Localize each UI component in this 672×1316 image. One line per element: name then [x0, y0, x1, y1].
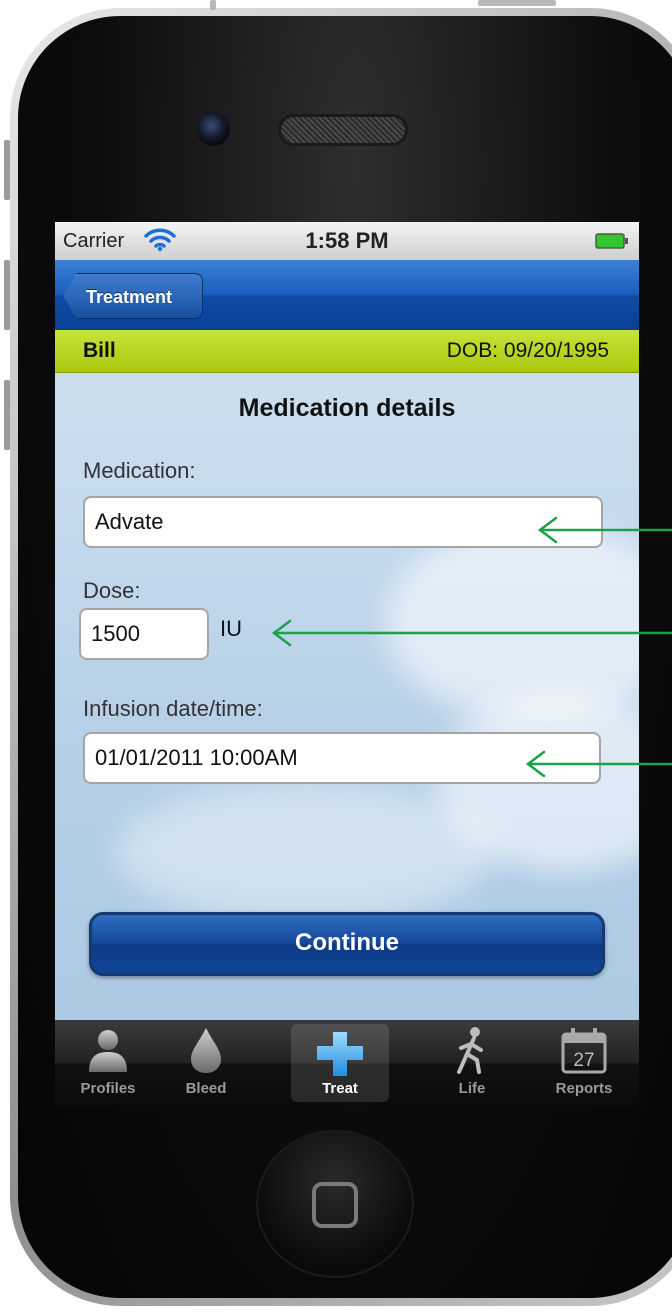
tab-label: Reports [555, 1080, 613, 1097]
status-bar: Carrier 1:58 PM [55, 222, 639, 261]
patient-dob: DOB: 09/20/1995 [446, 339, 609, 362]
calendar-icon: 27 [561, 1028, 607, 1074]
mute-switch [4, 140, 10, 200]
power-button [478, 0, 556, 6]
home-square-icon [312, 1182, 358, 1228]
home-button[interactable] [256, 1130, 414, 1278]
tab-treat[interactable]: Treat [291, 1024, 389, 1102]
plus-cross-icon [317, 1032, 363, 1076]
tab-label: Treat [322, 1080, 358, 1097]
tab-label: Bleed [185, 1080, 227, 1097]
earpiece-speaker [278, 114, 408, 146]
walking-person-icon [457, 1027, 483, 1074]
drop-icon [191, 1028, 221, 1073]
volume-down-button [4, 380, 10, 450]
dose-unit-label: IU [220, 616, 242, 641]
patient-name: Bill [83, 339, 116, 362]
tab-reports[interactable]: 27 Reports [535, 1020, 633, 1106]
battery-icon [595, 233, 628, 249]
sky-cloud [115, 782, 495, 922]
back-button[interactable]: Treatment [63, 273, 203, 319]
volume-up-button [4, 260, 10, 330]
tab-profiles[interactable]: Profiles [59, 1020, 157, 1106]
tab-life[interactable]: Life [423, 1020, 521, 1106]
infusion-datetime-label: Infusion date/time: [83, 696, 263, 721]
page-title: Medication details [238, 394, 456, 422]
medication-label: Medication: [83, 458, 196, 483]
calendar-day: 27 [573, 1050, 594, 1071]
tab-label: Profiles [80, 1080, 136, 1097]
dose-field[interactable]: 1500 [79, 608, 209, 660]
front-camera [196, 112, 230, 146]
person-icon [89, 1030, 127, 1072]
continue-button[interactable]: Continue [89, 912, 605, 976]
infusion-datetime-field[interactable]: 01/01/2011 10:00AM [83, 732, 601, 784]
medication-field[interactable]: Advate [83, 496, 603, 548]
tab-label: Life [458, 1080, 486, 1097]
top-edge-mark [210, 0, 216, 10]
app-screen: Carrier 1:58 PM Treatment Bill DOB: 09/2… [55, 222, 639, 1106]
dose-label: Dose: [83, 578, 141, 603]
sky-cloud [385, 522, 639, 722]
status-time: 1:58 PM [305, 228, 389, 253]
tab-bleed[interactable]: Bleed [157, 1020, 255, 1106]
tab-bar: Profiles Bleed Treat Life 27 Reports [55, 1020, 639, 1106]
navigation-bar: Treatment [55, 260, 639, 330]
patient-info-bar: Bill DOB: 09/20/1995 [55, 330, 639, 373]
